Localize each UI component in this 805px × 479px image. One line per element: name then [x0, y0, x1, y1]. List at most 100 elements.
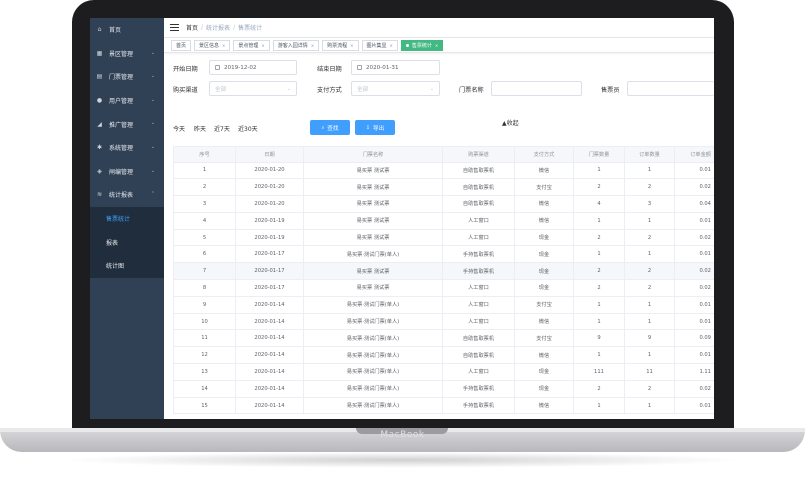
table-cell: 易买票·测试门票(单人)	[304, 313, 443, 330]
table-row[interactable]: 5 2020-01-19 易买票 测试票 人工窗口 现金 2 2 0.02	[173, 229, 714, 247]
quick-30days[interactable]: 近30天	[238, 124, 258, 133]
table-cell: 8	[173, 280, 236, 296]
table-cell: 手持售取票机	[443, 380, 515, 397]
close-icon[interactable]: ×	[390, 43, 393, 48]
table-cell: 3	[173, 196, 236, 212]
sidebar-item[interactable]: ▤ 门票管理 ⌄	[90, 65, 164, 89]
sidebar-item[interactable]: ▦ 景区管理 ⌄	[90, 42, 164, 66]
sidebar-item-label: 门票管理	[109, 74, 134, 82]
table-cell: 人工窗口	[443, 296, 515, 313]
channel-value: 全部	[215, 86, 227, 93]
close-icon[interactable]: ×	[311, 43, 314, 48]
start-date-value: 2019-12-02	[224, 64, 257, 71]
sidebar-subitem[interactable]: 报表	[90, 230, 164, 254]
sidebar-submenu: 售票统计 报表 统计图	[90, 206, 164, 278]
table-cell: 2020-01-14	[236, 397, 304, 414]
table-row[interactable]: 9 2020-01-14 易买票·测试门票(单人) 人工窗口 支付宝 1 1 0.01	[173, 296, 714, 314]
sidebar-subitem[interactable]: 统计图	[90, 254, 164, 278]
table-cell: 微信	[515, 397, 574, 414]
seller-input[interactable]	[627, 81, 714, 96]
app-screen: ⌂ 首页 ▦ 景区管理 ⌄ ▤ 门票管理 ⌄ ● 用户管理 ⌄ ◢ 推广管理 ⌄ ✱ 系统管理 ⌄ ◈ 闸编管理 ⌄ ≋…	[90, 18, 714, 419]
chevron-icon: ⌄	[150, 167, 155, 174]
end-date-input[interactable]: 2020-01-31	[351, 60, 440, 75]
table-cell: 易买票·测试门票(单人)	[304, 380, 443, 397]
hamburger-icon[interactable]	[170, 24, 179, 31]
ticket-name-input[interactable]	[491, 81, 582, 96]
search-button[interactable]: ⌕ 查找	[310, 120, 350, 135]
table-cell: 2020-01-14	[236, 296, 304, 313]
table-cell: 15	[173, 397, 236, 414]
close-icon[interactable]: ×	[435, 43, 438, 48]
export-button[interactable]: ⇩ 导出	[355, 120, 395, 135]
tag-item[interactable]: 售票统计 ×	[400, 39, 444, 51]
breadcrumb-item-report[interactable]: 统计报表	[206, 23, 230, 32]
close-icon[interactable]: ×	[350, 43, 353, 48]
sidebar-item[interactable]: ≋ 统计报表 ⌃	[90, 183, 164, 207]
start-date-label: 开始日期	[173, 66, 198, 73]
tag-item[interactable]: 图片集显 ×	[361, 39, 398, 51]
collapse-toggle[interactable]: ▲收起	[502, 118, 519, 127]
table-cell: 0.02	[699, 234, 711, 241]
table-row[interactable]: 1 2020-01-20 易买票 测试票 自助售取票机 微信 1 1 0.01	[173, 162, 714, 180]
calendar-icon	[215, 65, 220, 70]
search-icon: ⌕	[321, 124, 325, 131]
table-row[interactable]: 12 2020-01-14 易买票·测试门票(单人) 自助售取票机 微信 1 1 0.01	[173, 347, 714, 365]
table-row[interactable]: 10 2020-01-14 易买票·测试门票(单人) 人工窗口 微信 1 1 0.01	[173, 313, 714, 331]
table-cell: 9	[625, 330, 675, 347]
sidebar-item[interactable]: ✱ 系统管理 ⌄	[90, 136, 164, 160]
table-row[interactable]: 6 2020-01-17 易买票·测试门票(单人) 手持售取票机 现金 1 1 0.01	[173, 246, 714, 264]
close-icon[interactable]: ×	[222, 43, 225, 48]
tag-item[interactable]: 首页	[171, 39, 192, 51]
tag-item[interactable]: 游客入园详情 ×	[272, 39, 320, 51]
table-cell: 0.01	[699, 352, 711, 359]
ticket-icon: ▤	[96, 73, 103, 81]
table-cell: 1	[625, 313, 675, 330]
tag-item[interactable]: 景区信息 ×	[194, 39, 231, 51]
sidebar-subitem[interactable]: 售票统计	[90, 207, 164, 231]
laptop-brand-label: MacBook	[380, 430, 425, 440]
table-row[interactable]: 3 2020-01-20 易买票 测试票 自助售取票机 微信 4 3 0.04	[173, 196, 714, 213]
chart-icon: ≋	[96, 191, 103, 199]
pay-method-select[interactable]: 全部 ⌄	[351, 81, 440, 96]
tag-item[interactable]: 景点管理 ×	[233, 39, 270, 51]
sidebar-item[interactable]: ● 用户管理 ⌄	[90, 89, 164, 113]
table-row[interactable]: 15 2020-01-14 易买票·测试门票(单人) 手持售取票机 微信 1 1 0.01	[173, 397, 714, 415]
column-header: 支付方式	[515, 147, 574, 162]
chevron-icon: ⌄	[150, 73, 155, 80]
sidebar-item[interactable]: ⌂ 首页	[90, 18, 164, 42]
table-cell: 手持售取票机	[443, 246, 515, 263]
chevron-icon: ⌄	[150, 143, 155, 150]
table-cell: 支付宝	[515, 179, 574, 196]
table-cell: 3	[625, 196, 675, 212]
table-cell: 2	[625, 280, 675, 296]
table-row[interactable]: 14 2020-01-14 易买票·测试门票(单人) 手持售取票机 现金 2 2 0.02	[173, 380, 714, 398]
shield-icon: ◈	[97, 167, 102, 175]
table-row[interactable]: 7 2020-01-17 易买票 测试票 手持售取票机 现金 2 2 0.02	[173, 263, 714, 281]
table-row[interactable]: 11 2020-01-14 易买票·测试门票(单人) 自助售取票机 支付宝 9 9 0.09	[173, 330, 714, 348]
table-row[interactable]: 2 2020-01-20 易买票 测试票 自助售取票机 支付宝 2 2 0.02	[173, 179, 714, 197]
channel-select[interactable]: 全部 ⌄	[209, 81, 297, 96]
sidebar-item-label: 首页	[109, 27, 122, 35]
quick-today[interactable]: 今天	[173, 124, 185, 133]
sidebar-item[interactable]: ◈ 闸编管理 ⌄	[90, 160, 164, 184]
quick-yesterday[interactable]: 昨天	[194, 124, 206, 133]
table-cell: 支付宝	[515, 330, 574, 347]
table-row[interactable]: 13 2020-01-14 易买票·测试门票(单人) 人工窗口 现金 111 11 1.11	[173, 364, 714, 381]
promo-icon: ◢	[97, 120, 102, 128]
pay-method-label: 支付方式	[317, 87, 342, 94]
breadcrumb-item-home[interactable]: 首页	[186, 23, 198, 32]
quick-7days[interactable]: 近7天	[214, 124, 230, 133]
table-row[interactable]: 8 2020-01-17 易买票 测试票 人工窗口 现金 2 2 0.02	[173, 280, 714, 297]
tag-item[interactable]: 购票流程 ×	[322, 39, 359, 51]
column-header: 门票名称	[304, 147, 443, 162]
table-cell: 12	[173, 347, 236, 364]
sidebar: ⌂ 首页 ▦ 景区管理 ⌄ ▤ 门票管理 ⌄ ● 用户管理 ⌄ ◢ 推广管理 ⌄ ✱ 系统管理 ⌄ ◈ 闸编管理 ⌄ ≋…	[90, 18, 164, 419]
start-date-input[interactable]: 2019-12-02	[209, 60, 297, 75]
table-cell: 1	[574, 296, 625, 313]
table-cell: 2020-01-14	[236, 364, 304, 380]
table-cell: 易买票 测试票	[304, 263, 443, 280]
close-icon[interactable]: ×	[261, 43, 264, 48]
tag-label: 景点管理	[238, 42, 259, 49]
sidebar-item[interactable]: ◢ 推广管理 ⌄	[90, 112, 164, 136]
table-row[interactable]: 4 2020-01-19 易买票 测试票 人工窗口 微信 1 1 0.01	[173, 212, 714, 230]
